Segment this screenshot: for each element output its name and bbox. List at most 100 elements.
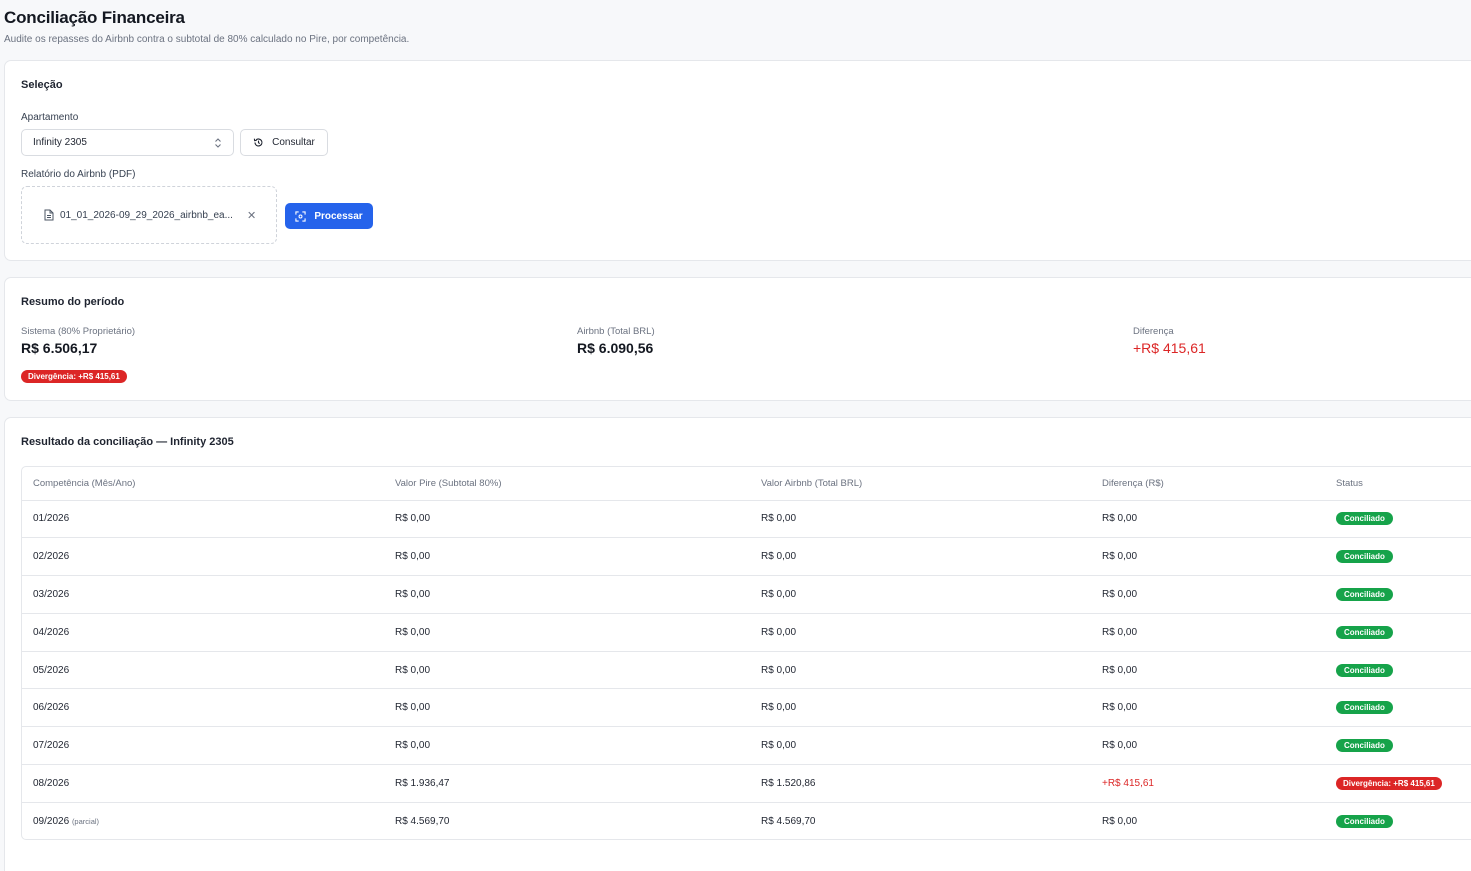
- pire-cell: R$ 0,00: [384, 537, 750, 577]
- pire-cell: R$ 0,00: [384, 651, 750, 690]
- diff-cell: +R$ 415,61: [1091, 764, 1325, 803]
- status-badge: Conciliado: [1336, 587, 1393, 601]
- table-row: 07/2026 R$ 0,00 R$ 0,00 R$ 0,00 Concilia…: [22, 726, 1471, 766]
- status-badge: Conciliado: [1336, 550, 1393, 564]
- column-header: Valor Airbnb (Total BRL): [750, 467, 1091, 501]
- pire-cell: R$ 0,00: [384, 688, 750, 728]
- history-icon: [253, 137, 264, 148]
- airbnb-cell: R$ 0,00: [750, 726, 1091, 766]
- file-name: 01_01_2026-09_29_2026_airbnb_ea...: [60, 209, 233, 221]
- summary-card: Resumo do período Sistema (80% Proprietá…: [4, 277, 1471, 401]
- airbnb-cell: R$ 0,00: [750, 500, 1091, 539]
- table-header-row: Competência (Mês/Ano) Valor Pire (Subtot…: [22, 467, 1471, 501]
- reconciliation-table: Competência (Mês/Ano) Valor Pire (Subtot…: [21, 466, 1471, 840]
- diff-cell: R$ 0,00: [1091, 500, 1325, 539]
- difference-metric: Diferença +R$ 415,61: [1133, 326, 1206, 356]
- table-row: 06/2026 R$ 0,00 R$ 0,00 R$ 0,00 Concilia…: [22, 688, 1471, 728]
- apartment-select[interactable]: Infinity 2305: [21, 129, 234, 156]
- remove-file-icon[interactable]: ✕: [247, 209, 256, 222]
- month-cell: 04/2026: [22, 613, 384, 652]
- pire-cell: R$ 1.936,47: [384, 764, 750, 803]
- airbnb-cell: R$ 0,00: [750, 651, 1091, 690]
- airbnb-cell: R$ 4.569,70: [761, 816, 816, 828]
- selection-title: Seleção: [21, 79, 63, 91]
- selection-card: Seleção Apartamento Infinity 2305 Consul…: [4, 60, 1471, 261]
- pire-cell: R$ 0,00: [384, 575, 750, 614]
- diff-cell: R$ 0,00: [1091, 726, 1325, 766]
- table-row: 01/2026 R$ 0,00 R$ 0,00 R$ 0,00 Concilia…: [22, 500, 1471, 539]
- result-card: Resultado da conciliação — Infinity 2305…: [4, 417, 1471, 871]
- chevron-up-down-icon: [214, 137, 222, 148]
- airbnb-metric-label: Airbnb (Total BRL): [577, 326, 655, 337]
- pire-cell: R$ 0,00: [384, 500, 750, 539]
- partial-note: (parcial): [71, 817, 100, 827]
- status-cell: Conciliado: [1325, 537, 1471, 577]
- status-badge: Conciliado: [1336, 701, 1393, 715]
- table-row: 09/2026 (parcial) R$ 4.569,70 R$ 4.569,7…: [22, 802, 1471, 839]
- system-metric: Sistema (80% Proprietário) R$ 6.506,17 D…: [21, 326, 135, 384]
- page-subtitle: Audite os repasses do Airbnb contra o su…: [4, 34, 410, 45]
- apartment-select-value: Infinity 2305: [33, 137, 87, 148]
- pdf-dropzone[interactable]: 01_01_2026-09_29_2026_airbnb_ea... ✕: [21, 186, 277, 244]
- status-cell: Divergência: +R$ 415,61: [1325, 764, 1471, 803]
- month-cell: 03/2026: [22, 575, 384, 614]
- status-cell: Conciliado: [1325, 688, 1471, 728]
- scan-icon: [295, 210, 306, 222]
- airbnb-cell: R$ 0,00: [750, 688, 1091, 728]
- apartment-label: Apartamento: [21, 112, 79, 123]
- report-label: Relatório do Airbnb (PDF): [21, 169, 136, 180]
- month-cell: 07/2026: [22, 726, 384, 766]
- table-row: 03/2026 R$ 0,00 R$ 0,00 R$ 0,00 Concilia…: [22, 575, 1471, 614]
- difference-metric-value: +R$ 415,61: [1133, 340, 1206, 356]
- page-title: Conciliação Financeira: [4, 8, 185, 27]
- month-cell: 06/2026: [22, 688, 384, 728]
- status-cell: Conciliado: [1325, 651, 1471, 690]
- status-cell: Conciliado: [1325, 575, 1471, 614]
- airbnb-cell: R$ 1.520,86: [750, 764, 1091, 803]
- page-header: Conciliação Financeira Audite os repasse…: [4, 8, 409, 45]
- diff-cell: R$ 0,00: [1091, 537, 1325, 577]
- system-metric-value: R$ 6.506,17: [21, 340, 98, 356]
- airbnb-metric: Airbnb (Total BRL) R$ 6.090,56: [577, 326, 655, 356]
- column-header: Diferença (R$): [1091, 467, 1325, 501]
- month-cell: 09/2026 (parcial): [22, 802, 384, 839]
- airbnb-metric-value: R$ 6.090,56: [577, 340, 654, 356]
- status-cell: Conciliado: [1325, 500, 1471, 539]
- system-metric-label: Sistema (80% Proprietário): [21, 326, 136, 337]
- column-header: Status: [1325, 467, 1471, 501]
- airbnb-cell: R$ 0,00: [750, 575, 1091, 614]
- pire-cell: R$ 0,00: [384, 613, 750, 652]
- process-button-label: Processar: [314, 210, 363, 222]
- pire-cell: R$ 4.569,70: [395, 816, 450, 828]
- file-icon: [44, 209, 54, 221]
- column-header: Valor Pire (Subtotal 80%): [384, 467, 750, 501]
- month-value: 09/2026: [33, 816, 70, 828]
- difference-metric-label: Diferença: [1133, 326, 1174, 337]
- status-cell: Conciliado: [1325, 726, 1471, 766]
- consult-button[interactable]: Consultar: [240, 129, 328, 156]
- status-badge: Divergência: +R$ 415,61: [1336, 776, 1442, 790]
- table-row: 08/2026 R$ 1.936,47 R$ 1.520,86 +R$ 415,…: [22, 764, 1471, 803]
- diff-cell: R$ 0,00: [1091, 575, 1325, 614]
- status-cell: Conciliado: [1325, 613, 1471, 652]
- consult-button-label: Consultar: [272, 137, 315, 148]
- status-cell: Conciliado: [1325, 802, 1471, 839]
- diff-cell: R$ 0,00: [1102, 816, 1138, 828]
- month-cell: 02/2026: [22, 537, 384, 577]
- status-badge: Conciliado: [1336, 663, 1393, 677]
- process-button[interactable]: Processar: [285, 203, 373, 229]
- diff-cell: R$ 0,00: [1091, 688, 1325, 728]
- status-badge: Conciliado: [1336, 512, 1393, 526]
- month-cell: 01/2026: [22, 500, 384, 539]
- pire-cell: R$ 0,00: [384, 726, 750, 766]
- table-row: 05/2026 R$ 0,00 R$ 0,00 R$ 0,00 Concilia…: [22, 651, 1471, 690]
- airbnb-cell: R$ 0,00: [750, 537, 1091, 577]
- status-badge: Conciliado: [1336, 739, 1393, 753]
- month-cell: 08/2026: [22, 764, 384, 803]
- divergence-badge: Divergência: +R$ 415,61: [21, 370, 127, 383]
- diff-cell: R$ 0,00: [1091, 651, 1325, 690]
- airbnb-cell: R$ 0,00: [750, 613, 1091, 652]
- summary-title: Resumo do período: [21, 296, 125, 308]
- table-row: 04/2026 R$ 0,00 R$ 0,00 R$ 0,00 Concilia…: [22, 613, 1471, 652]
- result-title: Resultado da conciliação — Infinity 2305: [21, 436, 234, 448]
